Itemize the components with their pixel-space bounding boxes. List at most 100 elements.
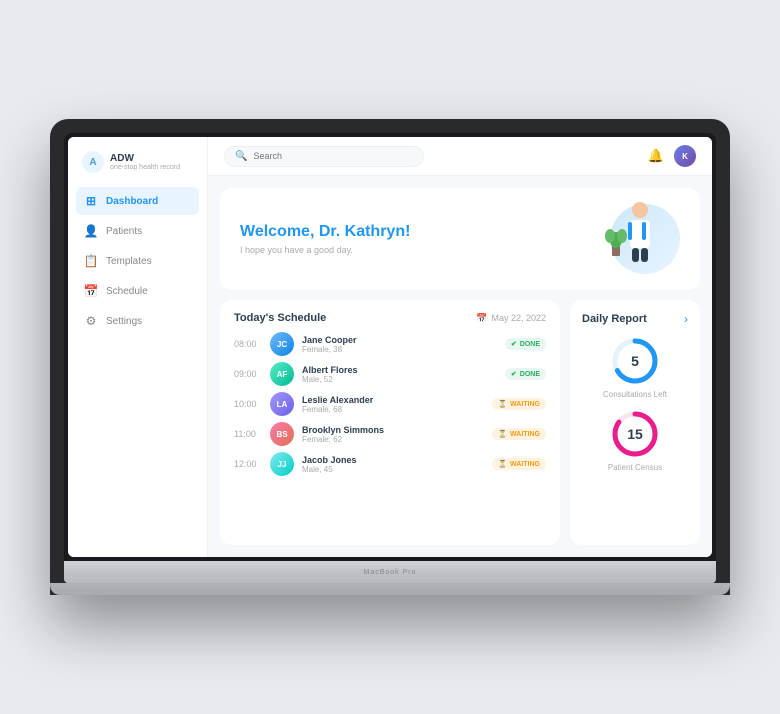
patients-icon: 👤	[84, 224, 98, 238]
schedule-list: 08:00 JC Jane Cooper Female, 38 ✔ DONE 0…	[234, 332, 546, 476]
sidebar-label-schedule: Schedule	[106, 286, 148, 297]
welcome-greeting: Welcome,	[240, 223, 319, 240]
schedule-item: 08:00 JC Jane Cooper Female, 38 ✔ DONE	[234, 332, 546, 356]
report-label-consultations: Consultations Left	[603, 390, 667, 399]
patient-info: Leslie Alexander Female, 68	[302, 395, 484, 414]
search-icon: 🔍	[235, 151, 247, 162]
status-badge: ⏳ WAITING	[492, 458, 546, 470]
laptop-bottom	[50, 583, 730, 595]
welcome-heading: Welcome, Dr. Kathryn!	[240, 223, 410, 241]
status-badge: ✔ DONE	[505, 368, 546, 380]
sidebar-label-settings: Settings	[106, 316, 142, 327]
dashboard-icon: ⊞	[84, 194, 98, 208]
report-item-patient_census: 15 Patient Census	[582, 409, 688, 472]
patient-details: Male, 45	[302, 465, 484, 474]
donut-value-patient_census: 15	[627, 426, 643, 442]
user-avatar[interactable]: K	[674, 145, 696, 167]
schedule-time: 11:00	[234, 429, 262, 439]
patient-details: Female, 68	[302, 405, 484, 414]
status-icon: ✔	[511, 340, 517, 348]
report-header: Daily Report ›	[582, 312, 688, 326]
sidebar-item-templates[interactable]: 📋 Templates	[76, 247, 199, 275]
donut-chart-patient_census: 15	[610, 409, 660, 459]
patient-avatar: JC	[270, 332, 294, 356]
welcome-banner: Welcome, Dr. Kathryn! I hope you have a …	[220, 188, 700, 290]
report-arrow[interactable]: ›	[684, 312, 688, 326]
report-item-consultations: 5 Consultations Left	[582, 336, 688, 399]
sidebar-label-templates: Templates	[106, 256, 152, 267]
schedule-header: Today's Schedule 📅 May 22, 2022	[234, 312, 546, 324]
schedule-date: 📅 May 22, 2022	[476, 313, 546, 324]
patient-avatar: LA	[270, 392, 294, 416]
logo-subtitle: one-stop health record	[110, 164, 180, 171]
header-actions: 🔔 K	[648, 145, 696, 167]
status-icon: ⏳	[498, 430, 507, 438]
schedule-item: 11:00 BS Brooklyn Simmons Female, 62 ⏳ W…	[234, 422, 546, 446]
logo-icon: A	[82, 151, 104, 173]
sidebar-nav: ⊞ Dashboard 👤 Patients 📋 Templates �	[68, 187, 207, 335]
patient-info: Jacob Jones Male, 45	[302, 455, 484, 474]
patient-info: Albert Flores Male, 52	[302, 365, 497, 384]
main-content: Welcome, Dr. Kathryn! I hope you have a …	[208, 176, 712, 557]
donut-value-consultations: 5	[631, 353, 639, 369]
report-title: Daily Report	[582, 313, 647, 325]
sidebar-item-settings[interactable]: ⚙ Settings	[76, 307, 199, 335]
schedule-time: 09:00	[234, 369, 262, 379]
schedule-item: 12:00 JJ Jacob Jones Male, 45 ⏳ WAITING	[234, 452, 546, 476]
doctor-illustration	[602, 196, 672, 274]
header: 🔍 🔔 K	[208, 137, 712, 176]
patient-info: Brooklyn Simmons Female, 62	[302, 425, 484, 444]
search-bar[interactable]: 🔍	[224, 146, 424, 167]
report-metrics: 5 Consultations Left 15 Patient Census	[582, 336, 688, 482]
schedule-time: 12:00	[234, 459, 262, 469]
patient-name: Jane Cooper	[302, 335, 497, 345]
patient-name: Leslie Alexander	[302, 395, 484, 405]
report-label-patient_census: Patient Census	[608, 463, 662, 472]
schedule-title: Today's Schedule	[234, 312, 326, 324]
welcome-name: Dr. Kathryn!	[319, 223, 411, 240]
welcome-text: Welcome, Dr. Kathryn! I hope you have a …	[240, 223, 410, 255]
search-input[interactable]	[253, 151, 413, 161]
schedule-time: 10:00	[234, 399, 262, 409]
schedule-card: Today's Schedule 📅 May 22, 2022 08:00 JC…	[220, 300, 560, 545]
bottom-row: Today's Schedule 📅 May 22, 2022 08:00 JC…	[220, 300, 700, 545]
patient-avatar: AF	[270, 362, 294, 386]
sidebar-label-dashboard: Dashboard	[106, 196, 158, 207]
patient-name: Albert Flores	[302, 365, 497, 375]
status-icon: ✔	[511, 370, 517, 378]
patient-info: Jane Cooper Female, 38	[302, 335, 497, 354]
welcome-subtitle: I hope you have a good day.	[240, 245, 410, 255]
notification-bell-icon[interactable]: 🔔	[648, 148, 664, 164]
sidebar-label-patients: Patients	[106, 226, 142, 237]
schedule-icon: 📅	[84, 284, 98, 298]
patient-name: Jacob Jones	[302, 455, 484, 465]
status-icon: ⏳	[498, 400, 507, 408]
laptop-base: MacBook Pro	[64, 561, 716, 583]
app-container: A ADW one-stop health record ⊞ Dashboard…	[68, 137, 712, 557]
logo-text: ADW one-stop health record	[110, 153, 180, 171]
patient-avatar: BS	[270, 422, 294, 446]
status-badge: ✔ DONE	[505, 338, 546, 350]
status-badge: ⏳ WAITING	[492, 428, 546, 440]
patient-details: Female, 62	[302, 435, 484, 444]
sidebar-item-schedule[interactable]: 📅 Schedule	[76, 277, 199, 305]
logo-title: ADW	[110, 153, 180, 164]
app-screen: A ADW one-stop health record ⊞ Dashboard…	[68, 137, 712, 557]
schedule-time: 08:00	[234, 339, 262, 349]
sidebar: A ADW one-stop health record ⊞ Dashboard…	[68, 137, 208, 557]
laptop-frame: A ADW one-stop health record ⊞ Dashboard…	[50, 119, 730, 595]
status-icon: ⏳	[498, 460, 507, 468]
patient-details: Male, 52	[302, 375, 497, 384]
settings-icon: ⚙	[84, 314, 98, 328]
welcome-illustration	[580, 204, 680, 274]
sidebar-item-patients[interactable]: 👤 Patients	[76, 217, 199, 245]
schedule-item: 09:00 AF Albert Flores Male, 52 ✔ DONE	[234, 362, 546, 386]
schedule-item: 10:00 LA Leslie Alexander Female, 68 ⏳ W…	[234, 392, 546, 416]
templates-icon: 📋	[84, 254, 98, 268]
patient-details: Female, 38	[302, 345, 497, 354]
status-badge: ⏳ WAITING	[492, 398, 546, 410]
screen-border: A ADW one-stop health record ⊞ Dashboard…	[64, 133, 716, 561]
calendar-icon: 📅	[476, 313, 487, 324]
donut-chart-consultations: 5	[610, 336, 660, 386]
sidebar-item-dashboard[interactable]: ⊞ Dashboard	[76, 187, 199, 215]
